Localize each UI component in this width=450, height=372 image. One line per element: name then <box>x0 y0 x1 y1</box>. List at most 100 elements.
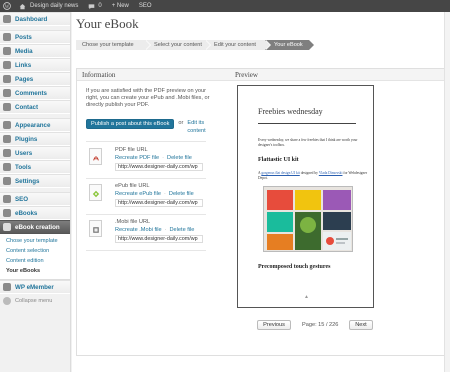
previous-page-button[interactable]: Previous <box>257 320 291 330</box>
menu-label: Links <box>15 61 32 69</box>
dashboard-icon <box>3 15 11 23</box>
new-label: + New <box>111 3 129 9</box>
delete-pdf-link[interactable]: Delete file <box>167 155 192 161</box>
menu-label: eBook creation <box>15 223 60 231</box>
wizard-steps: Chose your template Select your content … <box>76 40 315 50</box>
separator-dot: · <box>164 191 166 197</box>
ebook-creation-icon <box>3 223 11 231</box>
comments-link[interactable]: 0 <box>83 0 106 12</box>
pdf-file-block: PDF file URL Recreate PDF file · Delete fi… <box>86 147 206 177</box>
preview-title-rule <box>258 123 356 124</box>
menu-item-users[interactable]: Users <box>0 146 70 160</box>
comments-icon <box>3 89 11 97</box>
menu-label: Settings <box>15 177 40 185</box>
menu-item-appearance[interactable]: Appearance <box>0 118 70 132</box>
collapse-menu-button[interactable]: Collapse menu <box>0 294 70 308</box>
plugins-icon <box>3 135 11 143</box>
panel-header: Information Preview <box>77 69 445 81</box>
recreate-epub-link[interactable]: Recreate ePub file <box>115 191 161 197</box>
submenu-chose-template[interactable]: Chose your template <box>0 236 70 246</box>
page-scrollbar[interactable] <box>444 12 450 372</box>
submenu-content-edition[interactable]: Content edition <box>0 256 70 266</box>
pdf-preview[interactable]: Freebies wednesday Every wednesday, we s… <box>237 85 374 308</box>
separator-dot: · <box>164 227 167 233</box>
mobi-url-field[interactable]: http://www.designer-daily.com/wp <box>115 235 203 243</box>
information-heading: Information <box>82 70 116 79</box>
comments-count: 0 <box>98 3 102 9</box>
menu-item-wp-emember[interactable]: WP eMember <box>0 280 70 294</box>
step-select-content[interactable]: Select your content <box>145 40 211 50</box>
preview-pager: Previous Page: 15 / 226 Next <box>257 320 373 330</box>
links-icon <box>3 61 11 69</box>
separator-dot: · <box>162 155 165 161</box>
preview-section-heading: Flattastic UI kit <box>258 157 299 163</box>
publish-row: Publish a post about this eBook or Edit … <box>86 119 216 135</box>
mobi-file-block: .Mobi file URL Recreate .Mobi file · Delet… <box>86 219 206 249</box>
page-title: Your eBook <box>76 16 139 31</box>
site-name: Design daily news <box>30 3 79 9</box>
recreate-mobi-link[interactable]: Recreate .Mobi file <box>115 227 162 233</box>
preview-ui-kit-image <box>263 186 353 252</box>
site-name-link[interactable]: Design daily news <box>14 0 83 12</box>
pdf-file-label: PDF file URL <box>115 147 148 153</box>
menu-item-media[interactable]: Media <box>0 44 70 58</box>
pdf-url-field[interactable]: http://www.designer-daily.com/wp <box>115 163 203 171</box>
epub-file-label: ePub file URL <box>115 183 150 189</box>
menu-item-links[interactable]: Links <box>0 58 70 72</box>
epub-file-icon <box>89 184 102 201</box>
menu-item-ebook-creation[interactable]: eBook creation <box>0 220 70 234</box>
new-content-link[interactable]: + New <box>107 0 134 12</box>
submenu-your-ebooks[interactable]: Your eBooks <box>0 266 70 276</box>
menu-item-posts[interactable]: Posts <box>0 30 70 44</box>
menu-item-tools[interactable]: Tools <box>0 160 70 174</box>
mobi-file-icon <box>89 220 102 237</box>
epub-url-field[interactable]: http://www.designer-daily.com/wp <box>115 199 203 207</box>
comment-bubble-icon <box>89 3 95 9</box>
step-your-ebook[interactable]: Your eBook <box>265 40 315 50</box>
seo-link[interactable]: SEO <box>134 0 157 12</box>
delete-epub-link[interactable]: Delete file <box>169 191 194 197</box>
submenu-content-selection[interactable]: Content selection <box>0 246 70 256</box>
seo-icon <box>3 195 11 203</box>
appearance-icon <box>3 121 11 129</box>
preview-link: Vlada Dimovski <box>318 171 343 175</box>
step-choose-template[interactable]: Chose your template <box>76 40 151 50</box>
epub-file-actions: Recreate ePub file · Delete file <box>115 191 194 197</box>
pdf-file-icon <box>89 148 102 165</box>
menu-item-plugins[interactable]: Plugins <box>0 132 70 146</box>
divider <box>86 141 206 142</box>
preview-text-fragment: designed by <box>300 171 318 175</box>
menu-item-comments[interactable]: Comments <box>0 86 70 100</box>
recreate-pdf-link[interactable]: Recreate PDF file <box>115 155 159 161</box>
admin-bar: W Design daily news 0 + New SEO <box>0 0 450 12</box>
menu-label: Dashboard <box>15 15 48 23</box>
menu-label: Pages <box>15 75 34 83</box>
menu-item-dashboard[interactable]: Dashboard <box>0 12 70 26</box>
pages-icon <box>3 75 11 83</box>
menu-label: eBooks <box>15 209 38 217</box>
wordpress-logo-icon[interactable]: W <box>0 0 14 12</box>
media-icon <box>3 47 11 55</box>
delete-mobi-link[interactable]: Delete file <box>170 227 195 233</box>
menu-item-pages[interactable]: Pages <box>0 72 70 86</box>
publish-post-button[interactable]: Publish a post about this eBook <box>86 119 175 129</box>
preview-section-text: A gorgeous flat design UI kit designed b… <box>258 171 368 181</box>
menu-item-seo[interactable]: SEO <box>0 192 70 206</box>
menu-item-contact[interactable]: Contact <box>0 100 70 114</box>
edit-content-link[interactable]: Edit its content <box>187 119 216 135</box>
seo-label: SEO <box>138 3 152 9</box>
menu-item-ebooks[interactable]: eBooks <box>0 206 70 220</box>
divider <box>86 214 206 215</box>
posts-icon <box>3 33 11 41</box>
tools-icon <box>3 163 11 171</box>
ebooks-icon <box>3 209 11 217</box>
divider <box>86 250 206 251</box>
menu-item-settings[interactable]: Settings <box>0 174 70 188</box>
preview-link: gorgeous flat design UI kit <box>261 171 300 175</box>
menu-label: Plugins <box>15 135 38 143</box>
step-edit-content[interactable]: Edit your content <box>205 40 271 50</box>
admin-menu-lower: WP eMember <box>0 280 70 294</box>
admin-menu: Dashboard Posts Media Links Pages Commen… <box>0 12 70 234</box>
next-page-button[interactable]: Next <box>349 320 373 330</box>
mobi-file-actions: Recreate .Mobi file · Delete file <box>115 227 194 233</box>
